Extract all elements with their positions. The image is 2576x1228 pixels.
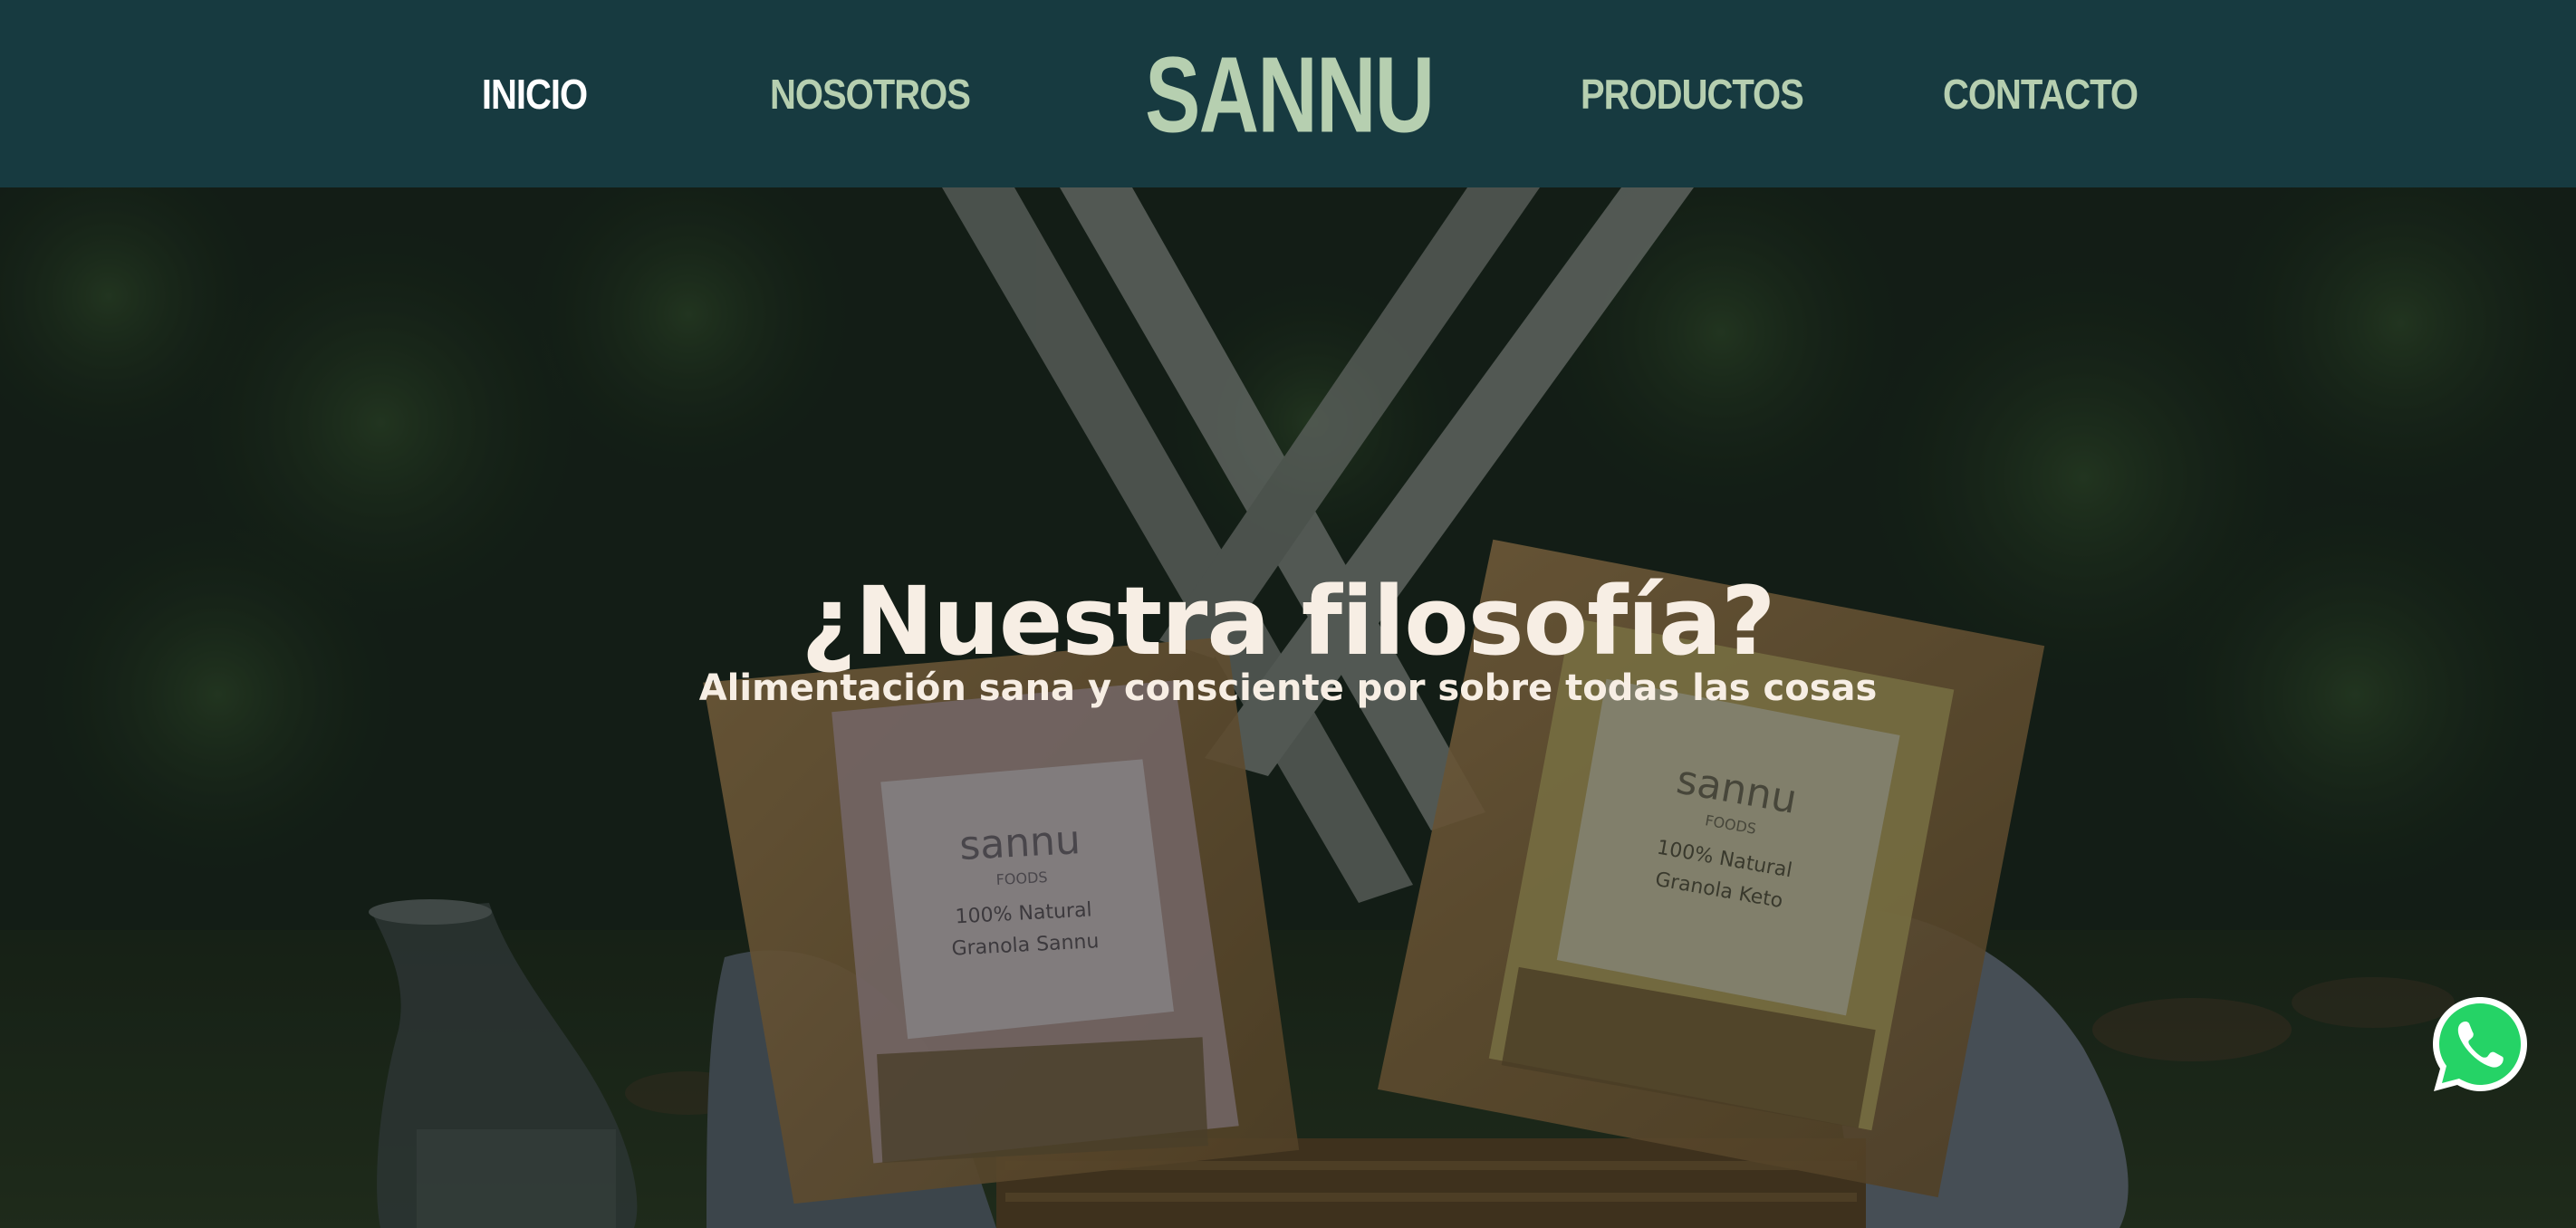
- whatsapp-button[interactable]: [2427, 992, 2533, 1097]
- hero-subtitle: Alimentación sana y consciente por sobre…: [698, 667, 1878, 709]
- nav-nosotros[interactable]: NOSOTROS: [770, 61, 971, 130]
- hero-title: ¿Nuestra filosofía?: [801, 566, 1776, 676]
- nav-productos[interactable]: PRODUCTOS: [1581, 61, 1804, 130]
- nav-inicio[interactable]: INICIO: [480, 61, 589, 130]
- whatsapp-icon: [2433, 997, 2527, 1091]
- nav-contacto[interactable]: CONTACTO: [1943, 61, 2139, 130]
- site-header: INICIO NOSOTROS SANNU PRODUCTOS CONTACTO: [0, 0, 2576, 187]
- logo[interactable]: SANNU: [1145, 33, 1435, 158]
- hero-section: sannu FOODS 100% Natural Granola Sannu s…: [0, 187, 2576, 1228]
